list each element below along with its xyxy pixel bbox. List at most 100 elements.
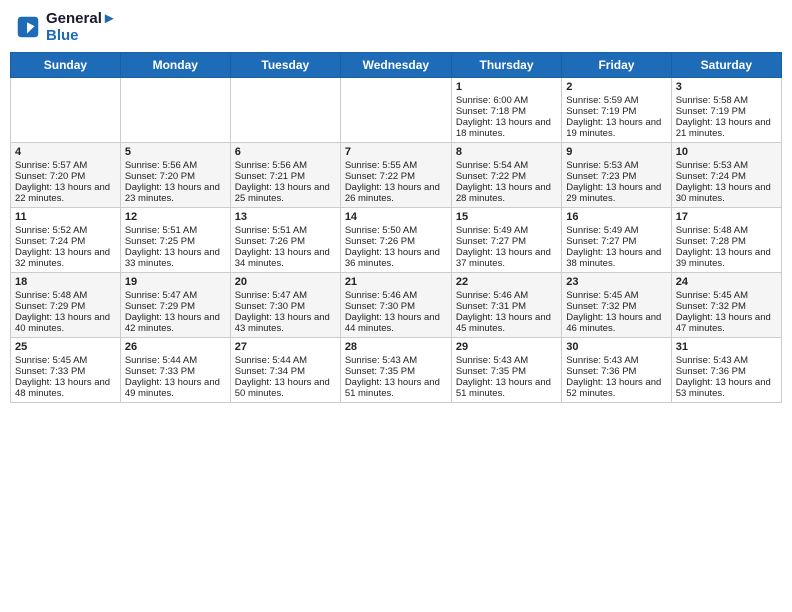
calendar-day-cell xyxy=(340,78,451,143)
calendar-week-row: 18Sunrise: 5:48 AMSunset: 7:29 PMDayligh… xyxy=(11,273,782,338)
sunrise-label: Sunrise: 5:44 AM xyxy=(235,355,307,366)
calendar-day-cell: 26Sunrise: 5:44 AMSunset: 7:33 PMDayligh… xyxy=(120,338,230,403)
sunrise-label: Sunrise: 5:55 AM xyxy=(345,160,417,171)
day-number: 23 xyxy=(566,276,666,288)
daylight-label: Daylight: 13 hours and 26 minutes. xyxy=(345,182,440,204)
weekday-header-cell: Tuesday xyxy=(230,53,340,78)
day-number: 14 xyxy=(345,211,447,223)
sunrise-label: Sunrise: 5:49 AM xyxy=(456,225,528,236)
daylight-label: Daylight: 13 hours and 37 minutes. xyxy=(456,247,551,269)
day-number: 26 xyxy=(125,341,226,353)
calendar-day-cell: 27Sunrise: 5:44 AMSunset: 7:34 PMDayligh… xyxy=(230,338,340,403)
sunrise-label: Sunrise: 5:56 AM xyxy=(125,160,197,171)
sunrise-label: Sunrise: 5:43 AM xyxy=(566,355,638,366)
day-number: 18 xyxy=(15,276,116,288)
calendar-day-cell: 21Sunrise: 5:46 AMSunset: 7:30 PMDayligh… xyxy=(340,273,451,338)
calendar-day-cell: 8Sunrise: 5:54 AMSunset: 7:22 PMDaylight… xyxy=(451,143,561,208)
sunset-label: Sunset: 7:29 PM xyxy=(15,301,85,312)
logo-icon xyxy=(14,13,42,41)
calendar-day-cell xyxy=(11,78,121,143)
sunset-label: Sunset: 7:36 PM xyxy=(676,366,746,377)
calendar-day-cell: 3Sunrise: 5:58 AMSunset: 7:19 PMDaylight… xyxy=(671,78,781,143)
page-header: General► Blue xyxy=(10,10,782,44)
day-number: 31 xyxy=(676,341,777,353)
day-number: 1 xyxy=(456,81,557,93)
daylight-label: Daylight: 13 hours and 21 minutes. xyxy=(676,117,771,139)
sunrise-label: Sunrise: 5:49 AM xyxy=(566,225,638,236)
calendar-day-cell: 6Sunrise: 5:56 AMSunset: 7:21 PMDaylight… xyxy=(230,143,340,208)
calendar-day-cell: 5 Sunrise: 5:56 AMSunset: 7:20 PMDaylight… xyxy=(120,143,230,208)
sunrise-label: Sunrise: 5:54 AM xyxy=(456,160,528,171)
daylight-label: Daylight: 13 hours and 18 minutes. xyxy=(456,117,551,139)
daylight-label: Daylight: 13 hours and 48 minutes. xyxy=(15,377,110,399)
sunset-label: Sunset: 7:21 PM xyxy=(235,171,305,182)
sunset-label: Sunset: 7:35 PM xyxy=(345,366,415,377)
day-number: 5 xyxy=(125,146,226,158)
daylight-label: Daylight: 13 hours and 34 minutes. xyxy=(235,247,330,269)
sunrise-label: Sunrise: 5:43 AM xyxy=(345,355,417,366)
calendar-day-cell: 31Sunrise: 5:43 AMSunset: 7:36 PMDayligh… xyxy=(671,338,781,403)
sunset-label: Sunset: 7:26 PM xyxy=(235,236,305,247)
sunset-label: Sunset: 7:29 PM xyxy=(125,301,195,312)
day-number: 2 xyxy=(566,81,666,93)
daylight-label: Daylight: 13 hours and 30 minutes. xyxy=(676,182,771,204)
sunset-label: Sunset: 7:27 PM xyxy=(456,236,526,247)
sunrise-label: Sunrise: 5:43 AM xyxy=(676,355,748,366)
calendar-body: 1Sunrise: 6:00 AMSunset: 7:18 PMDaylight… xyxy=(11,78,782,403)
day-number: 30 xyxy=(566,341,666,353)
sunset-label: Sunset: 7:19 PM xyxy=(676,106,746,117)
daylight-label: Daylight: 13 hours and 23 minutes. xyxy=(125,182,220,204)
calendar-week-row: 25Sunrise: 5:45 AMSunset: 7:33 PMDayligh… xyxy=(11,338,782,403)
daylight-label: Daylight: 13 hours and 33 minutes. xyxy=(125,247,220,269)
calendar-day-cell xyxy=(230,78,340,143)
sunset-label: Sunset: 7:24 PM xyxy=(676,171,746,182)
sunrise-label: Sunrise: 5:57 AM xyxy=(15,160,87,171)
sunrise-label: Sunrise: 5:53 AM xyxy=(566,160,638,171)
day-number: 20 xyxy=(235,276,336,288)
sunrise-label: Sunrise: 5:51 AM xyxy=(235,225,307,236)
sunrise-label: Sunrise: 5:46 AM xyxy=(456,290,528,301)
sunrise-label: Sunrise: 6:00 AM xyxy=(456,95,528,106)
calendar-table: SundayMondayTuesdayWednesdayThursdayFrid… xyxy=(10,52,782,403)
logo: General► Blue xyxy=(14,10,117,44)
daylight-label: Daylight: 13 hours and 43 minutes. xyxy=(235,312,330,334)
calendar-day-cell: 13 Sunrise: 5:51 AMSunset: 7:26 PMDayligh… xyxy=(230,208,340,273)
calendar-day-cell: 16Sunrise: 5:49 AMSunset: 7:27 PMDayligh… xyxy=(562,208,671,273)
sunrise-label: Sunrise: 5:53 AM xyxy=(676,160,748,171)
day-number: 12 xyxy=(125,211,226,223)
sunrise-label: Sunrise: 5:45 AM xyxy=(15,355,87,366)
daylight-label: Daylight: 13 hours and 29 minutes. xyxy=(566,182,661,204)
day-number: 21 xyxy=(345,276,447,288)
calendar-day-cell: 9Sunrise: 5:53 AMSunset: 7:23 PMDaylight… xyxy=(562,143,671,208)
weekday-header-cell: Thursday xyxy=(451,53,561,78)
calendar-day-cell: 11Sunrise: 5:52 AMSunset: 7:24 PMDayligh… xyxy=(11,208,121,273)
day-number: 4 xyxy=(15,146,116,158)
daylight-label: Daylight: 13 hours and 32 minutes. xyxy=(15,247,110,269)
sunrise-label: Sunrise: 5:43 AM xyxy=(456,355,528,366)
daylight-label: Daylight: 13 hours and 45 minutes. xyxy=(456,312,551,334)
day-number: 8 xyxy=(456,146,557,158)
daylight-label: Daylight: 13 hours and 25 minutes. xyxy=(235,182,330,204)
day-number: 16 xyxy=(566,211,666,223)
sunset-label: Sunset: 7:19 PM xyxy=(566,106,636,117)
sunrise-label: Sunrise: 5:45 AM xyxy=(676,290,748,301)
day-number: 10 xyxy=(676,146,777,158)
daylight-label: Daylight: 13 hours and 19 minutes. xyxy=(566,117,661,139)
day-number: 29 xyxy=(456,341,557,353)
day-number: 19 xyxy=(125,276,226,288)
daylight-label: Daylight: 13 hours and 28 minutes. xyxy=(456,182,551,204)
calendar-day-cell: 7Sunrise: 5:55 AMSunset: 7:22 PMDaylight… xyxy=(340,143,451,208)
sunset-label: Sunset: 7:20 PM xyxy=(125,171,195,182)
weekday-header-cell: Sunday xyxy=(11,53,121,78)
sunset-label: Sunset: 7:18 PM xyxy=(456,106,526,117)
daylight-label: Daylight: 13 hours and 42 minutes. xyxy=(125,312,220,334)
sunrise-label: Sunrise: 5:51 AM xyxy=(125,225,197,236)
daylight-label: Daylight: 13 hours and 38 minutes. xyxy=(566,247,661,269)
calendar-day-cell: 14Sunrise: 5:50 AMSunset: 7:26 PMDayligh… xyxy=(340,208,451,273)
day-number: 13 xyxy=(235,211,336,223)
sunrise-label: Sunrise: 5:46 AM xyxy=(345,290,417,301)
weekday-header-cell: Friday xyxy=(562,53,671,78)
calendar-day-cell: 24Sunrise: 5:45 AMSunset: 7:32 PMDayligh… xyxy=(671,273,781,338)
sunrise-label: Sunrise: 5:48 AM xyxy=(676,225,748,236)
sunrise-label: Sunrise: 5:47 AM xyxy=(235,290,307,301)
